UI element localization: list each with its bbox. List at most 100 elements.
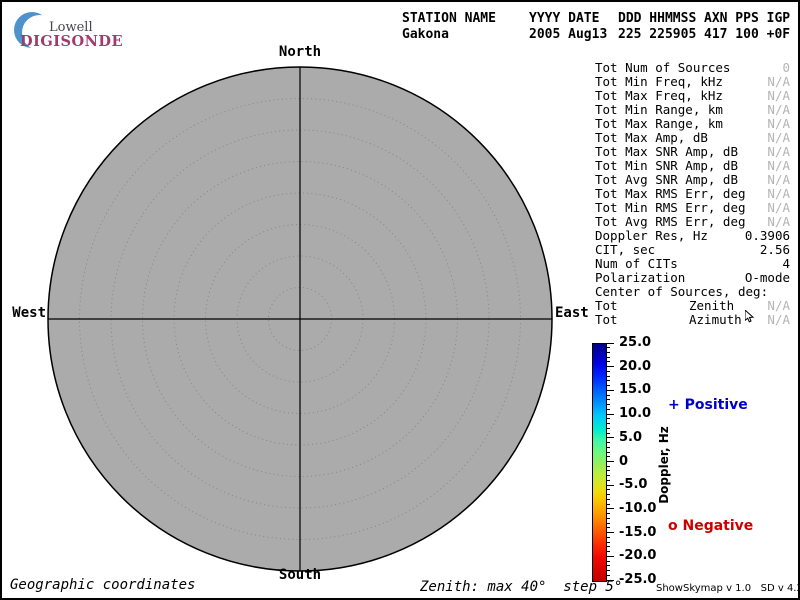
stats-row-label: Tot Avg SNR Amp, dB [595, 172, 738, 187]
colorbar-minor-tick [606, 395, 610, 396]
colorbar-major-tick [606, 343, 614, 344]
stats-row-value: 0 [782, 60, 790, 75]
stats-row-value: 0.3906 [745, 228, 790, 243]
stats-row: TotZenithN/A [595, 298, 790, 312]
stats-row: Tot Max Amp, dBN/A [595, 130, 790, 144]
header-station-name-label: STATION NAME [402, 11, 496, 26]
colorbar-minor-tick [606, 409, 610, 410]
colorbar-tick-label: 5.0 [619, 430, 642, 445]
colorbar-minor-tick [606, 347, 610, 348]
colorbar-major-tick [606, 508, 614, 509]
header-time-value: 225 225905 [618, 27, 696, 42]
stats-row-value: 4 [782, 256, 790, 271]
colorbar-minor-tick [606, 361, 610, 362]
stats-row-sublabel: Zenith [689, 298, 734, 313]
stats-row-value: N/A [767, 116, 790, 131]
stats-row-value: N/A [767, 172, 790, 187]
colorbar-minor-tick [606, 452, 610, 453]
colorbar-minor-tick [606, 570, 610, 571]
colorbar-minor-tick [606, 489, 610, 490]
colorbar-major-tick [606, 532, 614, 533]
stats-row-sublabel: Azimuth [689, 312, 742, 327]
compass-north-label: North [270, 44, 330, 60]
colorbar-minor-tick [606, 565, 610, 566]
stats-row-label: Tot Min SNR Amp, dB [595, 158, 738, 173]
colorbar-tick-label: 20.0 [619, 359, 651, 374]
header-flags-value: 417 100 +0F [704, 27, 790, 42]
colorbar-tick-label: 10.0 [619, 406, 651, 421]
header-flags-label: AXN PPS IGP [704, 11, 790, 26]
colorbar-minor-tick [606, 527, 610, 528]
stats-row-label: CIT, sec [595, 242, 655, 257]
compass-east-label: East [555, 305, 599, 321]
colorbar-minor-tick [606, 480, 610, 481]
stats-row-value: N/A [767, 74, 790, 89]
colorbar-minor-tick [606, 537, 610, 538]
stats-row-label: Tot Max Amp, dB [595, 130, 708, 145]
colorbar-minor-tick [606, 551, 610, 552]
stats-row: Tot Min SNR Amp, dB N/A [595, 158, 790, 172]
colorbar-minor-tick [606, 575, 610, 576]
colorbar-minor-tick [606, 428, 610, 429]
colorbar-tick-label: 0 [619, 454, 628, 469]
stats-row-label: Num of CITs [595, 256, 678, 271]
colorbar-minor-tick [606, 456, 610, 457]
stats-row: Tot Num of Sources 0 [595, 60, 790, 74]
colorbar-minor-tick [606, 376, 610, 377]
stats-row-label: Tot Max Freq, kHz [595, 88, 723, 103]
compass-south-label: South [270, 567, 330, 583]
colorbar-minor-tick [606, 513, 610, 514]
stats-row: Polarization O-mode [595, 270, 790, 284]
colorbar-major-tick [606, 485, 614, 486]
colorbar-minor-tick [606, 561, 610, 562]
colorbar-major-tick [606, 437, 614, 438]
header-date-value: 2005 Aug13 [529, 27, 607, 42]
stats-row: Tot Avg SNR Amp, dB N/A [595, 172, 790, 186]
stats-row-label: Tot [595, 312, 618, 327]
colorbar-tick-label: 15.0 [619, 382, 651, 397]
stats-row-label: Tot Num of Sources [595, 60, 730, 75]
skymap-plot [44, 63, 556, 575]
header-time-label: DDD HHMMSS [618, 11, 696, 26]
colorbar-tick-label: -10.0 [619, 501, 656, 516]
colorbar-minor-tick [606, 466, 610, 467]
colorbar-minor-tick [606, 518, 610, 519]
stats-row-label: Tot Max RMS Err, deg [595, 186, 746, 201]
stats-row: Tot Min RMS Err, degN/A [595, 200, 790, 214]
stats-row-label: Doppler Res, Hz [595, 228, 708, 243]
colorbar-major-tick [606, 556, 614, 557]
stats-row-value: N/A [767, 298, 790, 313]
stats-row: Center of Sources, deg: [595, 284, 790, 298]
colorbar-minor-tick [606, 542, 610, 543]
legend-negative-label: Negative [683, 518, 754, 534]
colorbar-major-tick [606, 390, 614, 391]
colorbar-minor-tick [606, 357, 610, 358]
colorbar-tick-label: 25.0 [619, 335, 651, 350]
legend-positive: + Positive [668, 397, 748, 413]
stats-row-value: N/A [767, 186, 790, 201]
doppler-colorbar [592, 343, 607, 582]
stats-row: Doppler Res, Hz 0.3906 [595, 228, 790, 242]
stats-row-label: Polarization [595, 270, 685, 285]
stats-row-value: N/A [767, 144, 790, 159]
stats-row: Tot Min Freq, kHzN/A [595, 74, 790, 88]
legend-positive-label: Positive [685, 397, 748, 413]
stats-row: Tot Max RMS Err, deg N/A [595, 186, 790, 200]
colorbar-minor-tick [606, 499, 610, 500]
colorbar-major-tick [606, 461, 614, 462]
colorbar-minor-tick [606, 504, 610, 505]
header-station-name-value: Gakona [402, 27, 449, 42]
stats-row: CIT, sec 2.56 [595, 242, 790, 256]
colorbar-tick-label: -15.0 [619, 525, 656, 540]
compass-west-label: West [6, 305, 46, 321]
stats-row: Num of CITs 4 [595, 256, 790, 270]
version-label: ShowSkymap v 1.0 SD v 4.2 [656, 583, 800, 594]
colorbar-minor-tick [606, 546, 610, 547]
colorbar-minor-tick [606, 380, 610, 381]
stats-row-value: O-mode [745, 270, 790, 285]
stats-row-value: N/A [767, 312, 790, 327]
colorbar-minor-tick [606, 423, 610, 424]
stats-row-label: Tot Max SNR Amp, dB [595, 144, 738, 159]
stats-row-value: N/A [767, 158, 790, 173]
stats-row-value: 2.56 [760, 242, 790, 257]
